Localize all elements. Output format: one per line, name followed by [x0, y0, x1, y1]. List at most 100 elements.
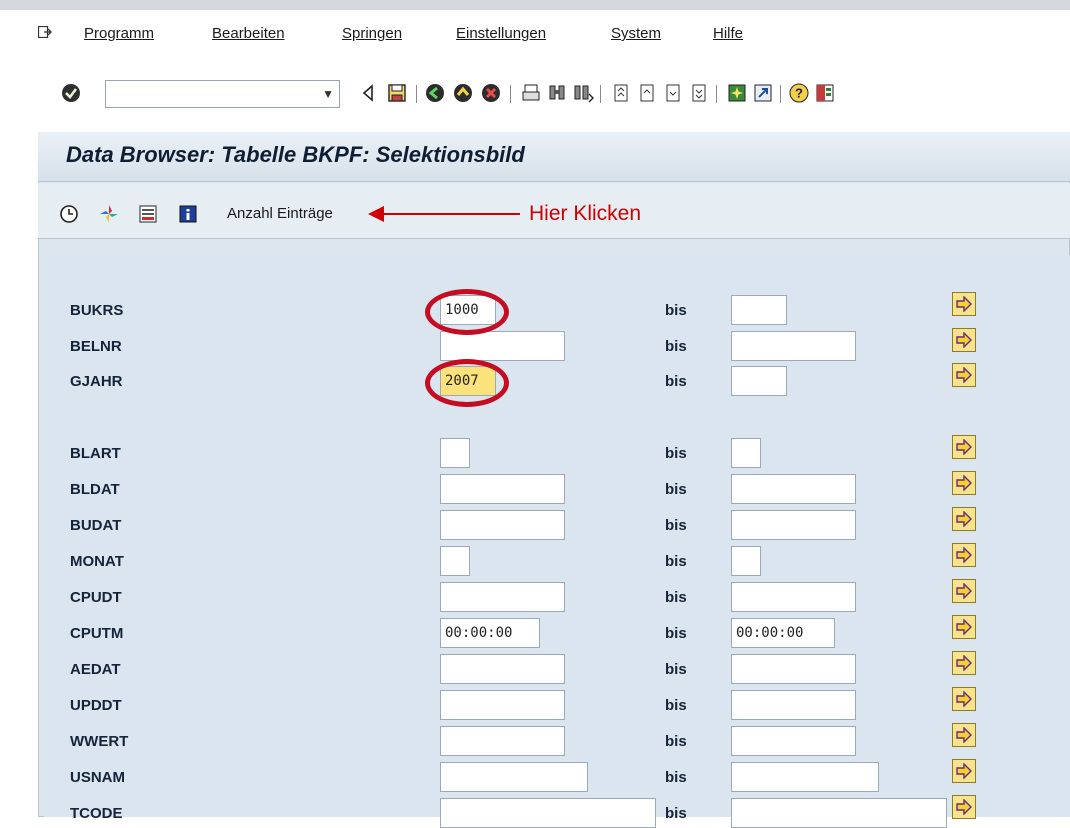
menu-springen[interactable]: Springen	[342, 25, 402, 42]
input-aedat-to[interactable]	[731, 654, 856, 684]
multiple-selection-button[interactable]	[952, 687, 976, 711]
command-field[interactable]: ▼	[105, 80, 340, 108]
multiple-selection-button[interactable]	[952, 507, 976, 531]
input-aedat-from[interactable]	[440, 654, 565, 684]
arrow-right-icon	[956, 367, 972, 383]
input-blart-from[interactable]	[440, 438, 470, 468]
input-tcode-from[interactable]	[440, 798, 656, 828]
input-bldat-from[interactable]	[440, 474, 565, 504]
input-cpudt-to[interactable]	[731, 582, 856, 612]
input-cpudt-from[interactable]	[440, 582, 565, 612]
exit-icon[interactable]	[452, 82, 474, 104]
bis-label: bis	[665, 517, 687, 534]
back-icon[interactable]	[358, 82, 380, 104]
multiple-selection-button[interactable]	[952, 435, 976, 459]
arrow-right-icon	[956, 691, 972, 707]
bis-label: bis	[665, 733, 687, 750]
input-belnr-to[interactable]	[731, 331, 856, 361]
multiple-selection-button[interactable]	[952, 471, 976, 495]
layout-icon[interactable]	[814, 82, 836, 104]
multiple-selection-button[interactable]	[952, 615, 976, 639]
input-budat-to[interactable]	[731, 510, 856, 540]
multiple-selection-button[interactable]	[952, 651, 976, 675]
help-icon[interactable]: ?	[788, 82, 810, 104]
multiple-selection-button[interactable]	[952, 543, 976, 567]
shortcut-icon[interactable]	[752, 82, 774, 104]
menu-system[interactable]: System	[611, 25, 661, 42]
menu-programm[interactable]: Programm	[84, 25, 154, 42]
input-monat-from[interactable]	[440, 546, 470, 576]
next-page-icon[interactable]	[662, 82, 684, 104]
input-wwert-from[interactable]	[440, 726, 565, 756]
last-page-icon[interactable]	[688, 82, 710, 104]
input-upddt-from[interactable]	[440, 690, 565, 720]
execute-background-icon[interactable]	[98, 203, 120, 225]
execute-icon[interactable]	[58, 203, 80, 225]
annotation-circle-gjahr	[425, 359, 509, 407]
print-icon[interactable]	[520, 82, 542, 104]
dropdown-arrow-icon[interactable]: ▼	[322, 87, 334, 101]
green-back-icon[interactable]	[424, 82, 446, 104]
toolbar-separator	[510, 85, 511, 103]
input-usnam-from[interactable]	[440, 762, 588, 792]
bis-label: bis	[665, 661, 687, 678]
enter-icon[interactable]	[60, 82, 82, 104]
bis-label: bis	[665, 338, 687, 355]
count-entries-button[interactable]: Anzahl Einträge	[227, 205, 333, 222]
toolbar-separator	[780, 85, 781, 103]
bis-label: bis	[665, 302, 687, 319]
input-cputm-from[interactable]: 00:00:00	[440, 618, 540, 648]
field-label-budat: BUDAT	[70, 517, 122, 534]
input-wwert-to[interactable]	[731, 726, 856, 756]
menu-bearbeiten[interactable]: Bearbeiten	[212, 25, 285, 42]
input-usnam-to[interactable]	[731, 762, 879, 792]
arrow-right-icon	[956, 547, 972, 563]
bis-label: bis	[665, 589, 687, 606]
arrow-right-icon	[956, 439, 972, 455]
field-label-monat: MONAT	[70, 553, 124, 570]
toolbar-separator	[716, 85, 717, 103]
annotation-arrow-line	[370, 213, 520, 215]
input-monat-to[interactable]	[731, 546, 761, 576]
input-bukrs-to[interactable]	[731, 295, 787, 325]
save-icon[interactable]	[386, 82, 408, 104]
input-belnr-from[interactable]	[440, 331, 565, 361]
multiple-selection-button[interactable]	[952, 795, 976, 819]
input-budat-from[interactable]	[440, 510, 565, 540]
multiple-selection-button[interactable]	[952, 759, 976, 783]
multiple-selection-button[interactable]	[952, 579, 976, 603]
menu-hilfe[interactable]: Hilfe	[713, 25, 743, 42]
prev-page-icon[interactable]	[636, 82, 658, 104]
new-session-icon[interactable]	[726, 82, 748, 104]
field-label-cpudt: CPUDT	[70, 589, 122, 606]
input-cputm-to[interactable]: 00:00:00	[731, 618, 835, 648]
field-label-upddt: UPDDT	[70, 697, 122, 714]
first-page-icon[interactable]	[610, 82, 632, 104]
arrow-right-icon	[956, 332, 972, 348]
input-upddt-to[interactable]	[731, 690, 856, 720]
system-menu-icon[interactable]	[38, 26, 52, 38]
info-icon[interactable]	[177, 203, 199, 225]
multiple-selection-button[interactable]	[952, 328, 976, 352]
window-top-strip	[0, 0, 1070, 10]
cancel-icon[interactable]	[480, 82, 502, 104]
input-bldat-to[interactable]	[731, 474, 856, 504]
multiple-selection-button[interactable]	[952, 292, 976, 316]
arrow-right-icon	[956, 763, 972, 779]
find-next-icon[interactable]	[572, 82, 594, 104]
find-icon[interactable]	[546, 82, 568, 104]
arrow-right-icon	[956, 727, 972, 743]
variant-icon[interactable]	[137, 203, 159, 225]
menu-einstellungen[interactable]: Einstellungen	[456, 25, 546, 42]
svg-text:?: ?	[795, 86, 803, 101]
arrow-right-icon	[956, 619, 972, 635]
input-tcode-to[interactable]	[731, 798, 947, 828]
arrow-right-icon	[956, 296, 972, 312]
input-blart-to[interactable]	[731, 438, 761, 468]
arrow-right-icon	[956, 475, 972, 491]
multiple-selection-button[interactable]	[952, 363, 976, 387]
multiple-selection-button[interactable]	[952, 723, 976, 747]
field-label-bldat: BLDAT	[70, 481, 120, 498]
input-gjahr-to[interactable]	[731, 366, 787, 396]
field-label-tcode: TCODE	[70, 805, 123, 822]
